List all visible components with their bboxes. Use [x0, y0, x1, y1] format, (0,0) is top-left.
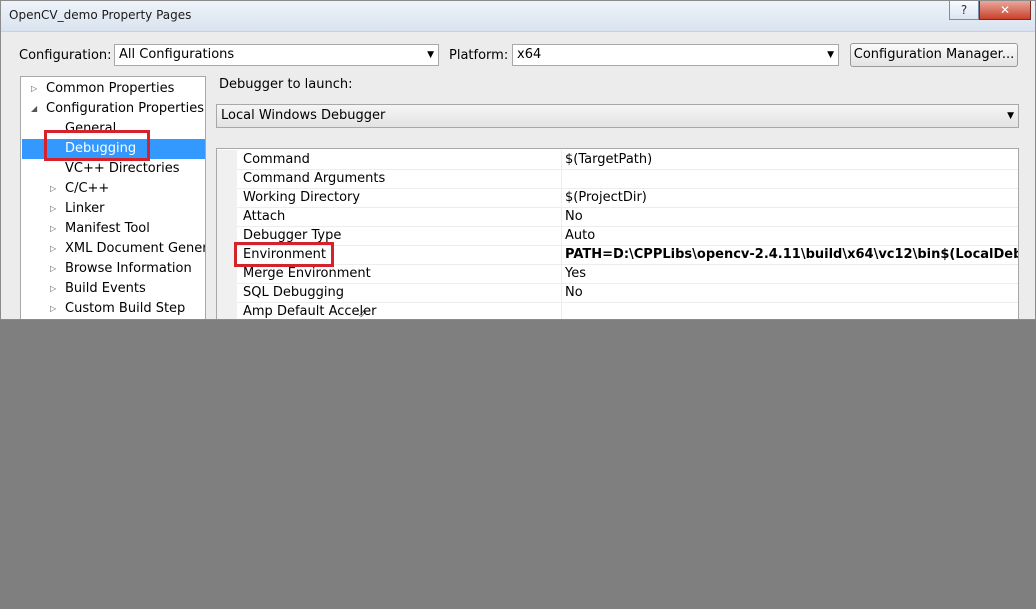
expand-arrow-icon[interactable]: ▷ — [31, 79, 37, 99]
window-title: OpenCV_demo Property Pages — [9, 8, 192, 22]
property-name: Command Arguments — [243, 169, 562, 188]
property-row-amp-default-accelerator[interactable]: Amp Default Acceler — [217, 302, 1018, 319]
expand-arrow-icon[interactable]: ▷ — [50, 279, 56, 299]
chevron-down-icon: ▼ — [427, 50, 434, 60]
property-name: Attach — [243, 207, 562, 226]
tree-item-c-cpp[interactable]: ▷ C/C++ — [21, 179, 205, 199]
tree-item-manifest-tool[interactable]: ▷ Manifest Tool — [21, 219, 205, 239]
debugger-value: Local Windows Debugger — [221, 108, 386, 123]
row-gutter — [217, 283, 237, 302]
property-row-sql-debugging[interactable]: SQL Debugging No — [217, 283, 1018, 303]
tree-item-browse-information[interactable]: ▷ Browse Information — [21, 259, 205, 279]
tree-item-label: Manifest Tool — [65, 221, 150, 236]
expand-arrow-icon[interactable]: ▷ — [50, 179, 56, 199]
property-value[interactable]: Auto — [565, 226, 1018, 245]
tree-item-label: Browse Information — [65, 261, 192, 276]
row-gutter — [217, 150, 237, 169]
tree-item-common-properties[interactable]: ▷ Common Properties — [21, 79, 205, 99]
title-bar[interactable]: OpenCV_demo Property Pages ? ✕ — [1, 1, 1035, 32]
chevron-down-icon: ▼ — [1007, 111, 1014, 121]
property-value[interactable]: No — [565, 207, 1018, 226]
property-row-merge-environment[interactable]: Merge Environment Yes — [217, 264, 1018, 284]
tree-item-configuration-properties[interactable]: ◢ Configuration Properties — [21, 99, 205, 119]
expand-arrow-icon[interactable]: ▷ — [50, 299, 56, 319]
obscured-backdrop — [0, 320, 1036, 609]
debugger-select[interactable]: Local Windows Debugger ▼ — [216, 104, 1019, 128]
row-gutter — [217, 302, 237, 319]
property-row-environment[interactable]: Environment PATH=D:\CPPLibs\opencv-2.4.1… — [217, 245, 1018, 265]
tree-item-label: XML Document Generat — [65, 241, 206, 256]
property-value[interactable]: $(ProjectDir) — [565, 188, 1018, 207]
configuration-value: All Configurations — [119, 47, 235, 62]
expand-arrow-icon[interactable]: ▷ — [50, 219, 56, 239]
expand-arrow-icon[interactable]: ▷ — [50, 199, 56, 219]
row-gutter — [217, 188, 237, 207]
property-row-attach[interactable]: Attach No — [217, 207, 1018, 227]
tree-item-label: Linker — [65, 201, 105, 216]
property-name: Working Directory — [243, 188, 562, 207]
property-row-working-directory[interactable]: Working Directory $(ProjectDir) — [217, 188, 1018, 208]
chevron-down-icon: ▼ — [827, 50, 834, 60]
property-row-command[interactable]: Command $(TargetPath) — [217, 150, 1018, 170]
tree-item-vc-directories[interactable]: VC++ Directories — [21, 159, 205, 179]
property-row-command-arguments[interactable]: Command Arguments — [217, 169, 1018, 189]
platform-label: Platform: — [449, 48, 509, 63]
property-value[interactable]: Yes — [565, 264, 1018, 283]
help-button[interactable]: ? — [949, 1, 979, 20]
debugger-to-launch-label: Debugger to launch: — [219, 77, 353, 92]
property-tree[interactable]: ▷ Common Properties ◢ Configuration Prop… — [20, 76, 206, 319]
expand-arrow-icon[interactable]: ▷ — [50, 239, 56, 259]
configuration-select[interactable]: All Configurations ▼ — [114, 44, 439, 66]
tree-item-label: Configuration Properties — [46, 101, 204, 116]
tree-item-label: Custom Build Step — [65, 301, 186, 316]
close-button[interactable]: ✕ — [979, 1, 1031, 20]
property-row-debugger-type[interactable]: Debugger Type Auto — [217, 226, 1018, 246]
tree-item-xml-document-generator[interactable]: ▷ XML Document Generat — [21, 239, 205, 259]
platform-select[interactable]: x64 ▼ — [512, 44, 839, 66]
platform-value: x64 — [517, 47, 542, 62]
tree-item-label: C/C++ — [65, 181, 110, 196]
property-value[interactable]: No — [565, 283, 1018, 302]
property-name: SQL Debugging — [243, 283, 562, 302]
tree-item-linker[interactable]: ▷ Linker — [21, 199, 205, 219]
tree-item-label: Build Events — [65, 281, 146, 296]
collapse-arrow-icon[interactable]: ◢ — [31, 99, 37, 119]
property-value[interactable]: PATH=D:\CPPLibs\opencv-2.4.11\build\x64\… — [565, 245, 1018, 264]
property-name: Command — [243, 150, 562, 169]
row-gutter — [217, 207, 237, 226]
property-grid[interactable]: Command $(TargetPath) Command Arguments … — [216, 148, 1019, 319]
expand-arrow-icon[interactable]: ▷ — [50, 259, 56, 279]
configuration-label: Configuration: — [19, 48, 112, 63]
annotation-box-debugging — [44, 130, 150, 161]
annotation-box-environment — [234, 242, 334, 267]
tree-item-label: VC++ Directories — [65, 161, 180, 176]
configuration-manager-button[interactable]: Configuration Manager... — [850, 43, 1018, 67]
property-name: Amp Default Acceler — [243, 302, 562, 319]
property-value[interactable]: $(TargetPath) — [565, 150, 1018, 169]
mouse-cursor-icon: ⇗ — [358, 307, 368, 320]
row-gutter — [217, 169, 237, 188]
property-pages-window: OpenCV_demo Property Pages ? ✕ Configura… — [0, 0, 1036, 320]
tree-item-custom-build-step[interactable]: ▷ Custom Build Step — [21, 299, 205, 319]
tree-item-label: Common Properties — [46, 81, 175, 96]
tree-item-build-events[interactable]: ▷ Build Events — [21, 279, 205, 299]
